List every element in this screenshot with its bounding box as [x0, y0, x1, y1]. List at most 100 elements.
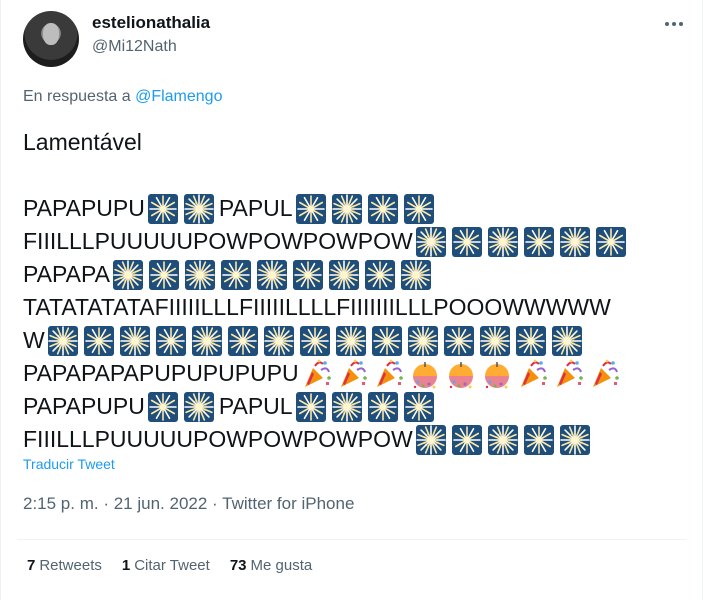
confetti-ball-icon	[412, 361, 437, 388]
sparkler-icon	[364, 259, 395, 290]
tweet-text-segment: PAPAPA	[23, 261, 110, 287]
sparkler-icon	[295, 391, 326, 422]
tweet-text-segment: PAPAPUPU	[23, 393, 145, 419]
tweet-text-segment: PAPUL	[218, 393, 293, 419]
fireworks-icon	[551, 325, 582, 356]
retweets-stat[interactable]: 7 Retweets	[27, 557, 102, 574]
sparkler-icon	[367, 391, 398, 422]
more-options-icon[interactable]	[661, 14, 687, 34]
quotes-count: 1	[121, 557, 131, 574]
sparkler-icon	[595, 226, 626, 257]
fireworks-icon	[119, 325, 150, 356]
reply-mention-link[interactable]: @Flamengo	[135, 88, 222, 105]
confetti-ball-icon	[484, 361, 509, 388]
sparkler-icon	[443, 325, 474, 356]
tweet-line: PAPAPA	[23, 258, 693, 291]
tweet-line: PAPAPUPU PAPUL	[23, 192, 693, 225]
sparkler-icon	[515, 325, 546, 356]
fireworks-icon	[184, 259, 215, 290]
sparkler-icon	[220, 259, 251, 290]
fireworks-icon	[183, 193, 214, 224]
tweet-text-segment: PAPAPUPU	[23, 195, 145, 221]
fireworks-icon	[47, 325, 78, 356]
fireworks-icon	[479, 325, 510, 356]
sparkler-icon	[451, 424, 482, 455]
tweet-text-segment: TATATATATAFIIIIILLLFIIIIILLLLFIIIIIIILLL…	[23, 294, 611, 320]
sparkler-icon	[227, 325, 258, 356]
divider	[17, 539, 686, 540]
sparkler-icon	[292, 259, 323, 290]
tweet-card: estelionathalia @Mi12Nath En respuesta a…	[0, 0, 703, 600]
confetti-ball-icon	[448, 361, 473, 388]
fireworks-icon	[559, 424, 590, 455]
tweet-title-line: Lamentável	[23, 129, 142, 155]
sparkler-icon	[523, 226, 554, 257]
tweet-text-segment: PAPAPAPAPUPUPUPUPU	[23, 360, 299, 386]
fireworks-icon	[335, 325, 366, 356]
fireworks-icon	[331, 193, 362, 224]
likes-count: 73	[229, 557, 247, 574]
sparkler-icon	[299, 325, 330, 356]
fireworks-icon	[263, 325, 294, 356]
fireworks-icon	[487, 424, 518, 455]
sparkler-icon	[403, 193, 434, 224]
reply-context: En respuesta a @Flamengo	[23, 88, 222, 106]
party-popper-icon	[556, 359, 583, 387]
sparkler-icon	[155, 325, 186, 356]
fireworks-icon	[415, 226, 446, 257]
fireworks-icon	[191, 325, 222, 356]
sparkler-icon	[295, 193, 326, 224]
tweet-time[interactable]: 2:15 p. m.	[23, 494, 99, 513]
tweet-stats: 7 Retweets 1 Citar Tweet 73 Me gusta	[27, 557, 312, 574]
meta-separator: ·	[98, 494, 114, 513]
fireworks-icon	[559, 226, 590, 257]
sparkler-icon	[523, 424, 554, 455]
author-handle[interactable]: @Mi12Nath	[92, 38, 177, 56]
avatar[interactable]	[23, 11, 79, 67]
party-popper-icon	[376, 359, 403, 387]
fireworks-icon	[331, 391, 362, 422]
sparkler-icon	[147, 391, 178, 422]
tweet-text: Lamentável PAPAPUPU PAPUL FIIILLLPUUUUUPOW…	[23, 126, 693, 456]
sparkler-icon	[83, 325, 114, 356]
author-display-name[interactable]: estelionathalia	[92, 13, 210, 33]
meta-separator: ·	[207, 494, 223, 513]
tweet-line: W	[23, 324, 693, 357]
fireworks-icon	[407, 325, 438, 356]
translate-tweet-link[interactable]: Traducir Tweet	[23, 456, 115, 472]
fireworks-icon	[256, 259, 287, 290]
likes-stat[interactable]: 73 Me gusta	[230, 557, 312, 574]
fireworks-icon	[328, 259, 359, 290]
sparkler-icon	[403, 391, 434, 422]
tweet-line: FIIILLLPUUUUUPOWPOWPOWPOW	[23, 225, 693, 258]
quotes-label: Citar Tweet	[134, 557, 210, 574]
fireworks-icon	[487, 226, 518, 257]
fireworks-icon	[400, 259, 431, 290]
likes-label: Me gusta	[250, 557, 313, 574]
tweet-text-segment: FIIILLLPUUUUUPOWPOWPOWPOW	[23, 426, 413, 452]
sparkler-icon	[367, 193, 398, 224]
fireworks-icon	[183, 391, 214, 422]
tweet-line: PAPAPUPU PAPUL	[23, 390, 693, 423]
tweet-line: TATATATATAFIIIIILLLFIIIIILLLLFIIIIIIILLL…	[23, 291, 693, 324]
tweet-line: FIIILLLPUUUUUPOWPOWPOWPOW	[23, 423, 693, 456]
tweet-meta: 2:15 p. m. · 21 jun. 2022 · Twitter for …	[23, 494, 354, 514]
tweet-line: PAPAPAPAPUPUPUPUPU	[23, 357, 693, 390]
tweet-date[interactable]: 21 jun. 2022	[114, 494, 208, 513]
fireworks-icon	[112, 259, 143, 290]
retweets-label: Retweets	[39, 557, 102, 574]
tweet-text-segment: PAPUL	[218, 195, 293, 221]
reply-prefix: En respuesta a	[23, 88, 131, 105]
party-popper-icon	[520, 359, 547, 387]
party-popper-icon	[340, 359, 367, 387]
sparkler-icon	[147, 193, 178, 224]
retweets-count: 7	[27, 557, 36, 574]
tweet-text-segment: W	[23, 327, 45, 353]
tweet-source: Twitter for iPhone	[222, 494, 355, 513]
party-popper-icon	[592, 359, 619, 387]
party-popper-icon	[304, 359, 331, 387]
tweet-text-segment: FIIILLLPUUUUUPOWPOWPOWPOW	[23, 228, 413, 254]
sparkler-icon	[148, 259, 179, 290]
sparkler-icon	[371, 325, 402, 356]
quotes-stat[interactable]: 1 Citar Tweet	[122, 557, 210, 574]
